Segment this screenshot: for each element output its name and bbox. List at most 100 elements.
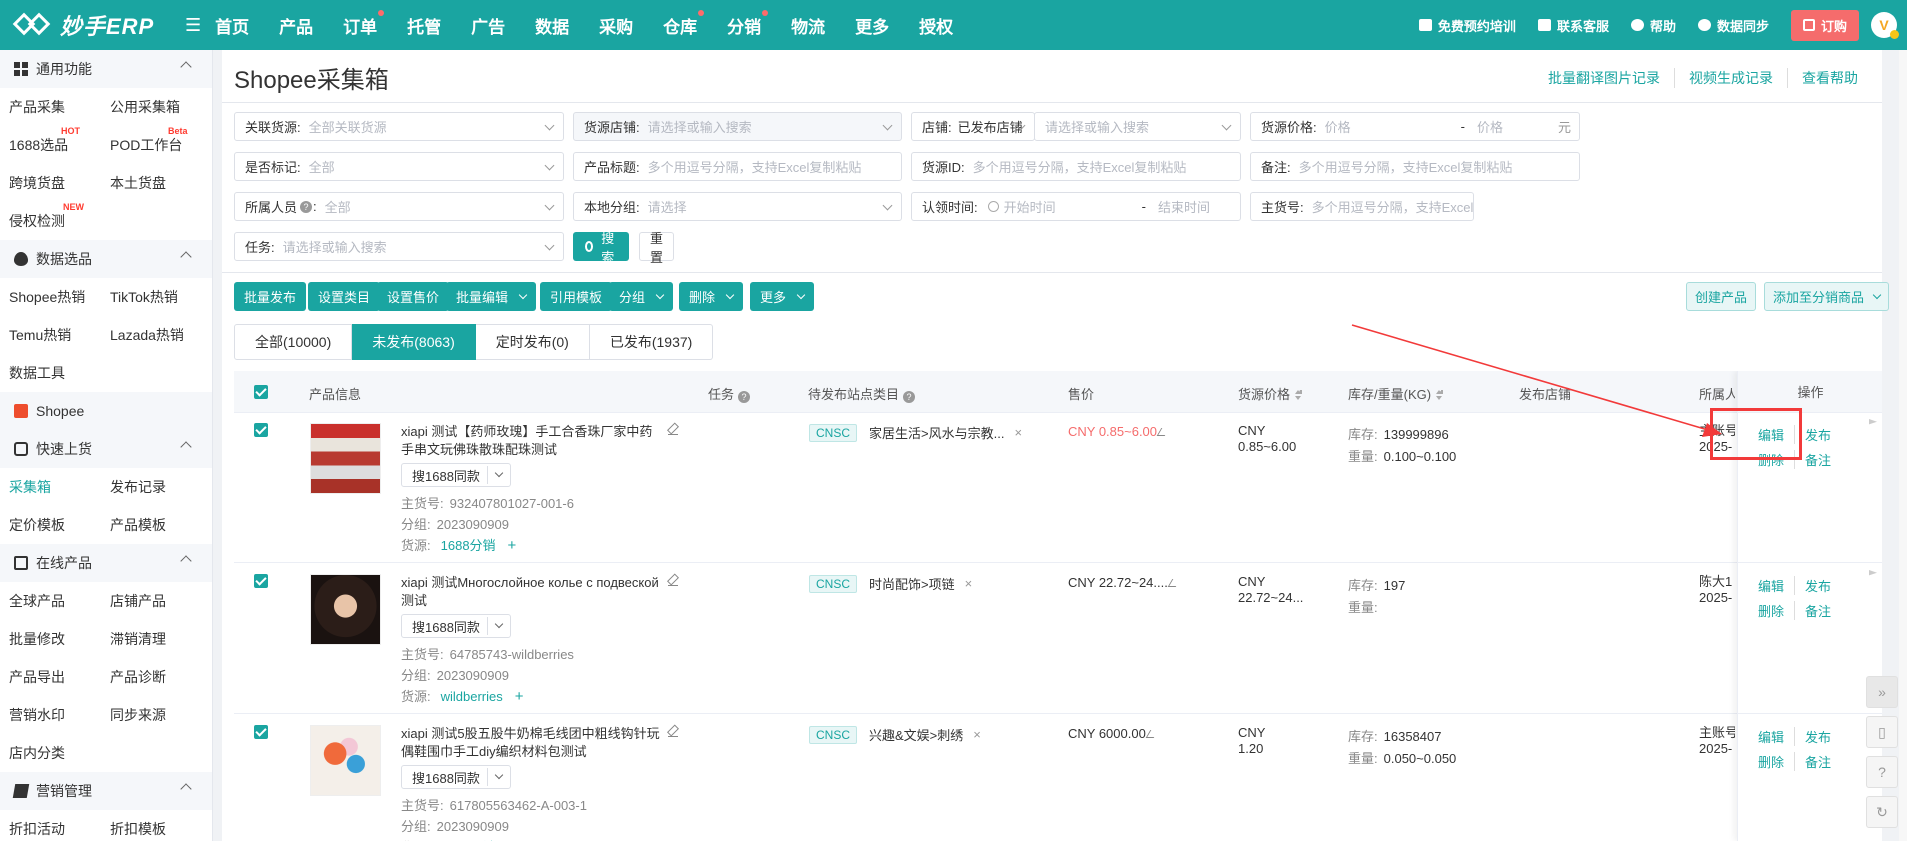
expand-icon[interactable]: » [1866,676,1898,708]
sidebar-section-0[interactable]: 通用功能 [0,50,212,88]
batch-edit-button[interactable]: 批量编辑 [446,282,537,311]
sidebar-section-1[interactable]: 数据选品 [0,240,212,278]
refresh-icon[interactable]: ↻ [1866,796,1898,828]
edit-pencil-icon[interactable] [668,425,678,435]
remark-input[interactable]: 备注: 多个用逗号分隔，支持Excel复制粘贴 [1250,152,1580,181]
source-link[interactable]: wildberries [441,689,503,704]
create-product-button[interactable]: 创建产品 [1686,282,1757,311]
batch-translate-record-link[interactable]: 批量翻译图片记录 [1534,68,1674,88]
training-link[interactable]: 免费预约培训 [1418,16,1516,35]
close-icon[interactable]: × [973,727,981,742]
nav-item-10[interactable]: 更多 [855,13,889,38]
product-title[interactable]: xiapi 测试Многослойное колье с подвеской测试 [401,574,661,610]
add-distribution-button[interactable]: 添加至分销商品 [1764,282,1890,311]
claim-time-range[interactable]: 认领时间: 开始时间 - 结束时间 [911,192,1241,221]
sidebar-item[interactable]: Lazada热销 [110,325,211,345]
sidebar-item[interactable]: 侵权检测 NEW [9,202,110,231]
nav-item-7[interactable]: 仓库 [663,9,705,38]
nav-item-2[interactable]: 订单 [343,9,385,38]
source-price-range[interactable]: 货源价格: 价格 - 价格元 [1250,112,1580,141]
nav-item-6[interactable]: 采购 [599,13,633,38]
source-id-input[interactable]: 货源ID: 多个用逗号分隔，支持Excel复制粘贴 [911,152,1241,181]
sidebar-section-2[interactable]: Shopee [0,392,212,430]
product-title-input[interactable]: 产品标题: 多个用逗号分隔，支持Excel复制粘贴 [573,152,902,181]
flag-icon[interactable] [1869,419,1877,425]
edit-pencil-icon[interactable] [1167,579,1181,587]
sidebar-item[interactable]: 批量修改 [9,629,110,649]
edit-button[interactable]: 编辑 [1758,576,1796,595]
page-scrollbar[interactable] [1899,50,1907,841]
close-icon[interactable]: × [965,576,973,591]
nav-item-9[interactable]: 物流 [791,13,825,38]
sidebar-item[interactable]: Shopee热销 [9,287,110,307]
source-shop-select[interactable]: 货源店铺: 请选择或输入搜索 [573,112,902,141]
edit-button[interactable]: 编辑 [1758,727,1796,746]
menu-toggle-icon[interactable]: ☰ [185,15,201,36]
search-1688-same-button[interactable]: 搜1688同款 [401,614,511,638]
more-button[interactable]: 更多 [750,282,815,311]
nav-item-1[interactable]: 产品 [279,13,313,38]
sidebar-section-3[interactable]: 快速上货 [0,430,212,468]
set-category-button[interactable]: 设置类目 [308,282,381,311]
edit-pencil-icon[interactable] [1145,730,1159,738]
batch-publish-button[interactable]: 批量发布 [234,282,307,311]
help-link[interactable]: 帮助 [1630,16,1676,35]
sidebar-item[interactable]: 数据工具 [9,363,110,383]
remark-button[interactable]: 备注 [1795,601,1841,620]
marked-select[interactable]: 是否标记: 全部 [234,152,564,181]
product-thumbnail[interactable] [310,423,381,494]
set-price-button[interactable]: 设置售价 [377,282,450,311]
delete-button[interactable]: 删除 [679,282,744,311]
sidebar-item[interactable]: 滞销清理 [110,629,211,649]
owner-select[interactable]: 所属人员?: 全部 [234,192,564,221]
view-help-link[interactable]: 查看帮助 [1787,68,1872,88]
edit-pencil-icon[interactable] [668,576,678,586]
sidebar-item[interactable]: 产品模板 [110,515,211,535]
edit-pencil-icon[interactable] [1156,428,1170,436]
delete-row-button[interactable]: 删除 [1758,752,1796,771]
add-source-icon[interactable]: + [508,537,517,554]
brand-logo[interactable]: 妙手ERP [0,9,185,41]
sidebar-item[interactable]: 本土货盘 [110,173,211,193]
sku-input[interactable]: 主货号: 多个用逗号分隔，支持Excel复 [1250,192,1474,221]
row-checkbox[interactable] [254,574,268,588]
group-button[interactable]: 分组 [609,282,674,311]
sidebar-item[interactable]: 折扣模板 [110,819,211,839]
product-thumbnail[interactable] [310,574,381,645]
order-button[interactable]: 订购 [1790,9,1859,41]
nav-item-3[interactable]: 托管 [407,13,441,38]
related-source-select[interactable]: 关联货源: 全部关联货源 [234,112,564,141]
sidebar-item[interactable]: 产品导出 [9,667,110,687]
nav-item-4[interactable]: 广告 [471,13,505,38]
sidebar-item[interactable]: 采集箱 [9,477,110,497]
sidebar-item[interactable]: 店内分类 [9,743,110,763]
product-thumbnail[interactable] [310,725,381,796]
publish-button[interactable]: 发布 [1795,727,1841,746]
sidebar-section-5[interactable]: 营销管理 [0,772,212,810]
local-group-select[interactable]: 本地分组: 请选择 [573,192,902,221]
tab-0[interactable]: 全部(10000) [234,324,353,360]
sidebar-section-4[interactable]: 在线产品 [0,544,212,582]
sidebar-item[interactable]: 全球产品 [9,591,110,611]
remark-button[interactable]: 备注 [1795,752,1841,771]
customer-service-link[interactable]: 联系客服 [1537,16,1609,35]
sidebar-item[interactable]: 店铺产品 [110,591,211,611]
shop-type-select[interactable]: 店铺: 已发布店铺 [911,112,1035,141]
sidebar-item[interactable]: Temu热销 [9,325,110,345]
header-source-price[interactable]: 货源价格 [1238,384,1303,403]
search-1688-same-button[interactable]: 搜1688同款 [401,463,511,487]
sidebar-item[interactable]: 1688选品 HOT [9,126,110,155]
flag-icon[interactable] [1869,570,1877,576]
tab-3[interactable]: 已发布(1937) [589,324,714,360]
publish-button[interactable]: 发布 [1795,576,1841,595]
sidebar-item[interactable]: 折扣活动 [9,819,110,839]
nav-item-0[interactable]: 首页 [215,13,249,38]
row-checkbox[interactable] [254,423,268,437]
feedback-icon[interactable]: ? [1866,756,1898,788]
sidebar-item[interactable]: 产品诊断 [110,667,211,687]
sidebar-item[interactable]: TikTok热销 [110,287,211,307]
reset-button[interactable]: 重置 [639,231,675,265]
header-stock[interactable]: 库存/重量(KG) [1348,384,1444,403]
edit-pencil-icon[interactable] [668,727,678,737]
search-1688-same-button[interactable]: 搜1688同款 [401,765,511,789]
